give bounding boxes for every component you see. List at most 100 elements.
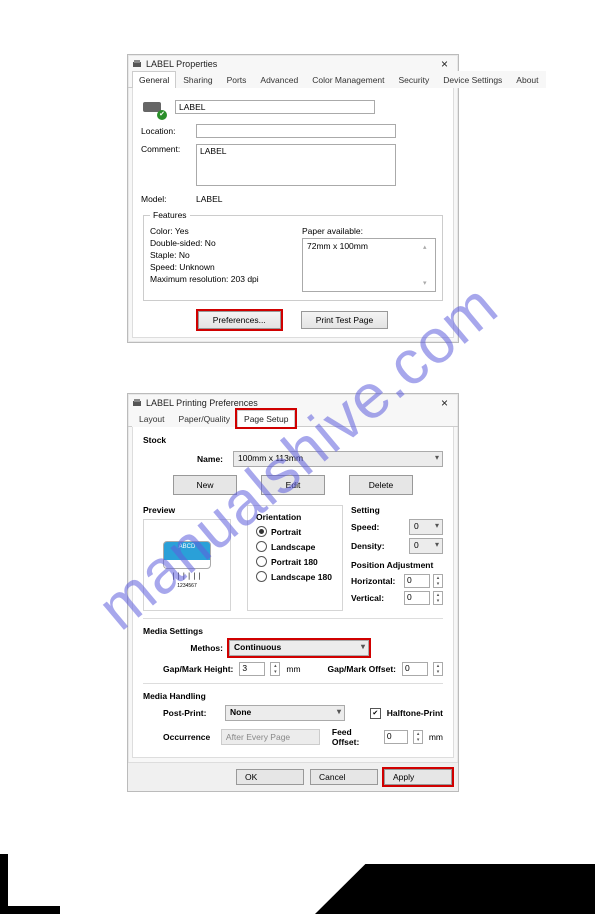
speed-select[interactable]: 0	[409, 519, 443, 535]
post-print-select[interactable]: None	[225, 705, 345, 721]
comment-label: Comment:	[141, 144, 196, 154]
features-left-col: Color: Yes Double-sided: No Staple: No S…	[150, 224, 284, 294]
tab-ports[interactable]: Ports	[220, 71, 254, 88]
occurrence-field: After Every Page	[221, 729, 320, 745]
tab-layout[interactable]: Layout	[132, 410, 172, 427]
feed-offset-spinner[interactable]: ▴▾	[413, 730, 422, 744]
density-label: Density:	[351, 541, 405, 551]
new-button[interactable]: New	[173, 475, 237, 495]
stock-label: Stock	[143, 435, 443, 445]
preview-label: Preview	[143, 505, 239, 515]
method-select[interactable]: Continuous	[229, 640, 369, 656]
tab-security[interactable]: Security	[392, 71, 437, 88]
feature-max-resolution: Maximum resolution: 203 dpi	[150, 274, 284, 284]
tab-advanced[interactable]: Advanced	[253, 71, 305, 88]
tab-paper-quality[interactable]: Paper/Quality	[172, 410, 238, 427]
tabs-row: General Sharing Ports Advanced Color Man…	[128, 71, 458, 88]
dialog-title: LABEL Properties	[146, 59, 217, 69]
tab-about[interactable]: About	[509, 71, 545, 88]
preview-box: ABCD |||||| 1234567	[143, 519, 231, 611]
tab-color-management[interactable]: Color Management	[305, 71, 391, 88]
vertical-label: Vertical:	[351, 593, 400, 603]
gap-height-unit: mm	[286, 664, 300, 674]
position-adjustment-label: Position Adjustment	[351, 560, 443, 570]
stock-name-label: Name:	[173, 454, 223, 464]
printing-preferences-dialog: LABEL Printing Preferences × Layout Pape…	[127, 393, 459, 792]
gap-offset-label: Gap/Mark Offset:	[328, 664, 397, 674]
paper-item: 72mm x 100mm	[307, 241, 368, 251]
comment-field[interactable]: LABEL	[196, 144, 396, 186]
tab-page-setup[interactable]: Page Setup	[237, 410, 295, 427]
close-icon[interactable]: ×	[437, 57, 452, 71]
dialog-title-2: LABEL Printing Preferences	[146, 398, 258, 408]
preview-barcode-text: 1234567	[177, 583, 196, 589]
vertical-field[interactable]: 0	[404, 591, 430, 605]
speed-label: Speed:	[351, 522, 405, 532]
gap-height-label: Gap/Mark Height:	[163, 664, 233, 674]
paper-available-label: Paper available:	[302, 226, 436, 236]
post-print-label: Post-Print:	[163, 708, 219, 718]
paper-available-list[interactable]: 72mm x 100mm ▴▾	[302, 238, 436, 292]
orientation-label: Orientation	[256, 512, 334, 522]
media-settings-label: Media Settings	[143, 626, 443, 636]
edit-button[interactable]: Edit	[261, 475, 325, 495]
model-value: LABEL	[196, 194, 222, 204]
radio-landscape[interactable]: Landscape	[256, 541, 334, 552]
title-bar-2: LABEL Printing Preferences ×	[128, 394, 458, 410]
media-handling-label: Media Handling	[143, 691, 443, 701]
gap-height-field[interactable]: 3	[239, 662, 265, 676]
location-field[interactable]	[196, 124, 396, 138]
horizontal-label: Horizontal:	[351, 576, 400, 586]
stock-name-select[interactable]: 100mm x 113mm	[233, 451, 443, 467]
footer-buttons: OK Cancel Apply	[128, 762, 458, 791]
halftone-label: Halftone-Print	[387, 708, 443, 718]
page-setup-body: Stock Name: 100mm x 113mm New Edit Delet…	[132, 427, 454, 758]
title-bar: LABEL Properties ×	[128, 55, 458, 71]
features-group: Features Color: Yes Double-sided: No Sta…	[143, 210, 443, 301]
radio-portrait-180[interactable]: Portrait 180	[256, 556, 334, 567]
radio-portrait[interactable]: Portrait	[256, 526, 334, 537]
model-label: Model:	[141, 194, 196, 204]
gap-offset-spinner[interactable]: ▴▾	[433, 662, 443, 676]
general-tab-body: LABEL Location: Comment: LABEL Model: LA…	[132, 88, 454, 338]
tab-sharing[interactable]: Sharing	[176, 71, 219, 88]
radio-landscape-180[interactable]: Landscape 180	[256, 571, 334, 582]
vertical-spinner[interactable]: ▴▾	[433, 591, 443, 605]
printer-icon	[141, 96, 165, 118]
app-icon-2	[132, 398, 142, 408]
preview-barcode-icon: ||||||	[171, 572, 202, 580]
ok-button[interactable]: OK	[236, 769, 304, 785]
feed-offset-label: Feed Offset:	[332, 727, 378, 747]
feed-offset-unit: mm	[429, 732, 443, 742]
footer-wedge	[315, 864, 595, 914]
feature-double-sided: Double-sided: No	[150, 238, 284, 248]
print-test-page-button[interactable]: Print Test Page	[301, 311, 389, 329]
feed-offset-field[interactable]: 0	[384, 730, 409, 744]
app-icon	[132, 59, 142, 69]
feature-speed: Speed: Unknown	[150, 262, 284, 272]
page-corner-mark	[0, 854, 8, 914]
gap-offset-field[interactable]: 0	[402, 662, 428, 676]
delete-button[interactable]: Delete	[349, 475, 413, 495]
tab-general[interactable]: General	[132, 71, 176, 88]
features-legend: Features	[150, 210, 190, 220]
cancel-button[interactable]: Cancel	[310, 769, 378, 785]
tab-device-settings[interactable]: Device Settings	[436, 71, 509, 88]
printer-name-field[interactable]: LABEL	[175, 100, 375, 114]
halftone-checkbox[interactable]	[370, 708, 381, 719]
location-label: Location:	[141, 126, 196, 136]
apply-button[interactable]: Apply	[384, 769, 452, 785]
tabs-row-2: Layout Paper/Quality Page Setup	[128, 410, 458, 427]
occurrence-label: Occurrence	[163, 732, 215, 742]
horizontal-spinner[interactable]: ▴▾	[433, 574, 443, 588]
method-label: Methos:	[173, 643, 223, 653]
feature-staple: Staple: No	[150, 250, 284, 260]
feature-color: Color: Yes	[150, 226, 284, 236]
density-select[interactable]: 0	[409, 538, 443, 554]
horizontal-field[interactable]: 0	[404, 574, 430, 588]
label-properties-dialog: LABEL Properties × General Sharing Ports…	[127, 54, 459, 343]
page-corner-mark-h	[0, 906, 60, 914]
preferences-button[interactable]: Preferences...	[198, 311, 281, 329]
close-icon-2[interactable]: ×	[437, 396, 452, 410]
gap-height-spinner[interactable]: ▴▾	[270, 662, 280, 676]
